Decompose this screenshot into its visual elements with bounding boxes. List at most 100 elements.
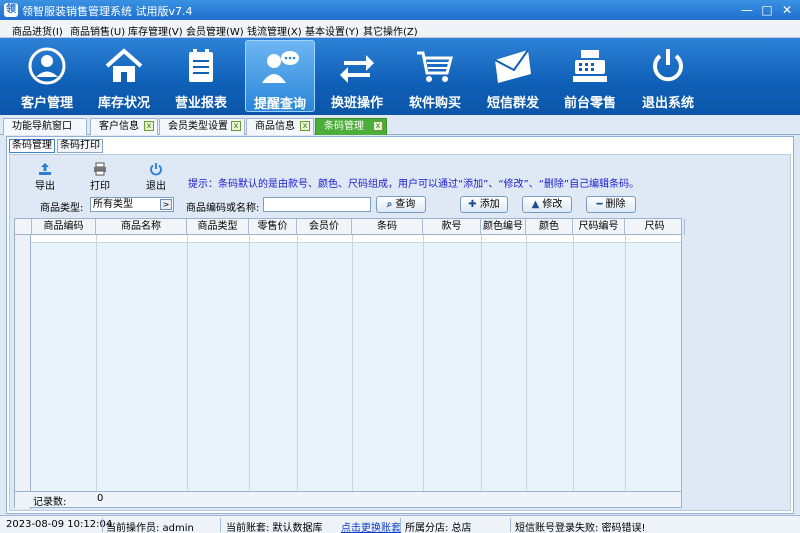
tab-label: 会员类型设置: [168, 121, 228, 132]
edit-label: 修改: [542, 199, 563, 210]
minimize-button[interactable]: —: [737, 2, 757, 18]
software-purchase-button[interactable]: 软件购买: [400, 40, 470, 112]
report-icon: [189, 49, 213, 82]
column-header[interactable]: 款号: [423, 219, 481, 235]
menu-sales[interactable]: 商品销售(U): [70, 23, 125, 38]
status-operator: 当前操作员: admin: [106, 523, 194, 533]
toolbar-label: 客户管理: [20, 96, 73, 111]
tab-label: 客户信息: [99, 121, 139, 132]
printer-icon: [94, 162, 106, 176]
column-header[interactable]: 商品类型: [187, 219, 249, 235]
business-report-button[interactable]: 营业报表: [166, 40, 236, 112]
code-input[interactable]: [263, 197, 371, 212]
row-indicator: [15, 235, 31, 509]
tab-customer-info[interactable]: 客户信息 x: [90, 118, 158, 135]
tab-close-icon[interactable]: x: [231, 121, 241, 131]
tab-label: 条码管理: [324, 121, 364, 132]
menu-other[interactable]: 其它操作(Z): [363, 23, 418, 38]
column-header[interactable]: 零售价: [249, 219, 297, 235]
toolbar-label: 短信群发: [486, 96, 539, 111]
exit-button[interactable]: 退出: [134, 160, 178, 192]
reminder-query-button[interactable]: 提醒查询: [245, 40, 315, 112]
cash-register-icon: [573, 50, 607, 82]
column-header[interactable]: 颜色编号: [481, 219, 526, 235]
column-divider: [423, 235, 424, 507]
user-circle-icon: [28, 47, 66, 85]
home-icon: [105, 48, 143, 82]
column-divider: [96, 235, 97, 507]
search-label: 查询: [395, 199, 416, 210]
menu-cashflow[interactable]: 钱流管理(X): [247, 23, 302, 38]
chevron-right-icon[interactable]: >: [160, 199, 172, 210]
add-label: 添加: [479, 199, 500, 210]
column-divider: [573, 235, 574, 507]
menu-settings[interactable]: 基本设置(Y): [305, 23, 359, 38]
menu-bar: 商品进货(I) 商品销售(U) 库存管理(V) 会员管理(W) 钱流管理(X) …: [0, 20, 800, 38]
barcode-table[interactable]: 商品编码 商品名称 商品类型 零售价 会员价 条码 款号 颜色编号 颜色 尺码编…: [14, 218, 685, 509]
tab-barcode-manage[interactable]: 条码管理 x: [315, 118, 387, 135]
plus-icon: ✚: [468, 199, 477, 210]
document-tabs: 功能导航窗口 客户信息 x 会员类型设置 x 商品信息 x 条码管理 x: [0, 115, 800, 135]
column-header[interactable]: 商品编码: [32, 219, 96, 235]
type-select-value: 所有类型: [93, 199, 133, 210]
menu-member[interactable]: 会员管理(W): [186, 23, 244, 38]
edit-button[interactable]: ▲ 修改: [522, 196, 572, 213]
switch-account-link[interactable]: 点击更换账套: [341, 519, 401, 533]
tab-close-icon[interactable]: x: [373, 121, 383, 131]
column-header[interactable]: 会员价: [297, 219, 352, 235]
record-count-label: 记录数:: [33, 497, 67, 508]
column-header[interactable]: 商品名称: [96, 219, 187, 235]
type-label: 商品类型:: [40, 203, 84, 214]
delete-button[interactable]: ━ 删除: [586, 196, 636, 213]
power-icon: [150, 163, 162, 176]
tab-label: 商品信息: [255, 121, 295, 132]
table-row[interactable]: [15, 235, 681, 243]
sms-broadcast-button[interactable]: 短信群发: [478, 40, 548, 112]
hint-text: 提示：条码默认的是由款号、颜色、尺码组成，用户可以通过“添加”、“修改”、“删除…: [188, 179, 640, 190]
subtab-barcode-manage[interactable]: 条码管理: [9, 139, 55, 153]
tab-close-icon[interactable]: x: [300, 121, 310, 131]
status-bar: 2023-08-09 10:12:04 当前操作员: admin 当前账套: 默…: [0, 515, 800, 533]
menu-inventory[interactable]: 库存管理(V): [128, 23, 183, 38]
column-header[interactable]: 尺码编号: [573, 219, 625, 235]
column-header[interactable]: 尺码: [625, 219, 685, 235]
inventory-status-button[interactable]: 库存状况: [89, 40, 159, 112]
column-divider: [187, 235, 188, 507]
toolbar-label: 提醒查询: [253, 97, 306, 112]
status-account: 当前账套: 默认数据库: [226, 523, 323, 533]
toolbar-label: 库存状况: [97, 96, 150, 111]
exit-system-button[interactable]: 退出系统: [633, 40, 703, 112]
export-button[interactable]: 导出: [23, 160, 67, 192]
close-button[interactable]: ✕: [777, 2, 797, 18]
table-header: 商品编码 商品名称 商品类型 零售价 会员价 条码 款号 颜色编号 颜色 尺码编…: [15, 219, 685, 235]
export-icon: [39, 163, 51, 175]
content-area: 条码管理 条码打印 导出 打印 退出 提示：条码默认的是由款号、颜色、尺码组成，…: [6, 136, 794, 514]
tab-close-icon[interactable]: x: [144, 121, 154, 131]
barcode-panel: 导出 打印 退出 提示：条码默认的是由款号、颜色、尺码组成，用户可以通过“添加”…: [9, 154, 791, 511]
search-button[interactable]: ⌕ 查询: [376, 196, 426, 213]
tab-member-type[interactable]: 会员类型设置 x: [159, 118, 245, 135]
status-divider: [220, 518, 221, 532]
table-footer: 记录数: 0: [15, 491, 681, 508]
column-header[interactable]: 颜色: [526, 219, 573, 235]
tab-navigation[interactable]: 功能导航窗口: [3, 118, 87, 135]
front-retail-button[interactable]: 前台零售: [555, 40, 625, 112]
add-button[interactable]: ✚ 添加: [460, 196, 508, 213]
shift-change-button[interactable]: 换班操作: [322, 40, 392, 112]
export-label: 导出: [35, 181, 55, 192]
tab-product-info[interactable]: 商品信息 x: [246, 118, 314, 135]
menu-purchase[interactable]: 商品进货(I): [12, 23, 63, 38]
customer-manage-button[interactable]: 客户管理: [12, 40, 82, 112]
status-divider: [400, 518, 401, 532]
main-toolbar: 客户管理 库存状况 营业报表 提醒查询 换班操作 软件购买 短信群发 前台零售 …: [0, 38, 800, 115]
status-branch: 所属分店: 总店: [405, 523, 472, 533]
toolbar-label: 前台零售: [563, 96, 616, 111]
maximize-button[interactable]: □: [757, 2, 777, 18]
type-select[interactable]: 所有类型 >: [90, 197, 174, 212]
print-button[interactable]: 打印: [78, 160, 122, 192]
subtab-barcode-print[interactable]: 条码打印: [57, 139, 103, 153]
column-header[interactable]: 条码: [352, 219, 423, 235]
status-divider: [102, 518, 103, 532]
minus-icon: ━: [596, 199, 603, 210]
power-icon: [653, 49, 683, 82]
